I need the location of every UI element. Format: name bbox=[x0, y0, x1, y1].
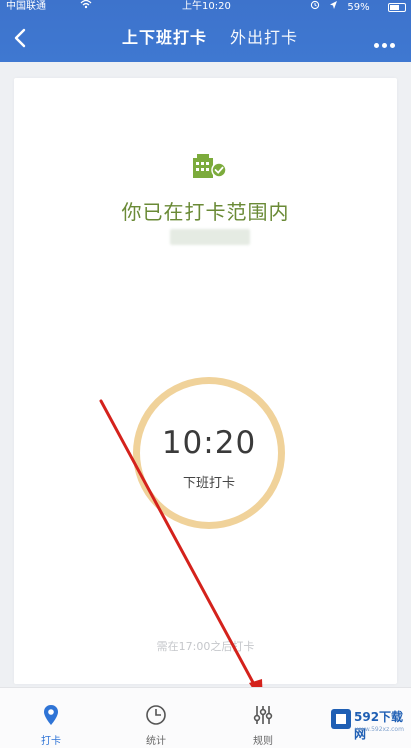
more-icon[interactable] bbox=[374, 33, 402, 48]
battery-label: 59% bbox=[347, 2, 370, 13]
office-location-icon bbox=[191, 150, 229, 180]
tab-clock-in[interactable]: 上下班打卡 bbox=[122, 28, 207, 48]
watermark-title: 592下载网 bbox=[354, 710, 404, 741]
wifi-icon bbox=[80, 0, 92, 14]
back-chevron-icon[interactable] bbox=[8, 24, 34, 52]
location-pin-icon bbox=[39, 703, 63, 727]
watermark-url: www.592xz.com bbox=[355, 726, 404, 733]
tab-clock-in-bottom[interactable]: 打卡 bbox=[21, 688, 81, 748]
tab-label: 统计 bbox=[146, 736, 166, 747]
clock-hint: 需在17:00之后打卡 bbox=[156, 640, 255, 653]
status-time: 上午10:20 bbox=[182, 1, 231, 12]
alarm-icon bbox=[310, 0, 323, 13]
tab-label: 规则 bbox=[253, 736, 273, 747]
clock-icon bbox=[144, 703, 168, 727]
top-bar: 中国联通 上午10:20 59% 上下班打卡 外出打卡 bbox=[0, 0, 411, 62]
tab-label: 打卡 bbox=[41, 736, 61, 747]
carrier-label: 中国联通 bbox=[6, 1, 46, 12]
status-bar: 中国联通 上午10:20 59% bbox=[0, 0, 411, 14]
tab-field-clock-in[interactable]: 外出打卡 bbox=[230, 28, 298, 48]
battery-icon bbox=[388, 3, 406, 12]
tab-statistics[interactable]: 统计 bbox=[126, 688, 186, 748]
nav-bar: 上下班打卡 外出打卡 bbox=[0, 14, 411, 62]
location-arrow-icon bbox=[329, 1, 341, 13]
in-range-status: 你已在打卡范围内 bbox=[121, 200, 290, 224]
sliders-icon bbox=[251, 703, 275, 727]
clock-time: 10:20 bbox=[161, 425, 257, 461]
site-watermark: 592下载网 www.592xz.com bbox=[327, 703, 411, 743]
tab-rules[interactable]: 规则 bbox=[233, 688, 293, 748]
watermark-logo-icon bbox=[331, 709, 351, 729]
clock-out-label: 下班打卡 bbox=[182, 476, 235, 491]
blurred-address bbox=[170, 229, 250, 245]
